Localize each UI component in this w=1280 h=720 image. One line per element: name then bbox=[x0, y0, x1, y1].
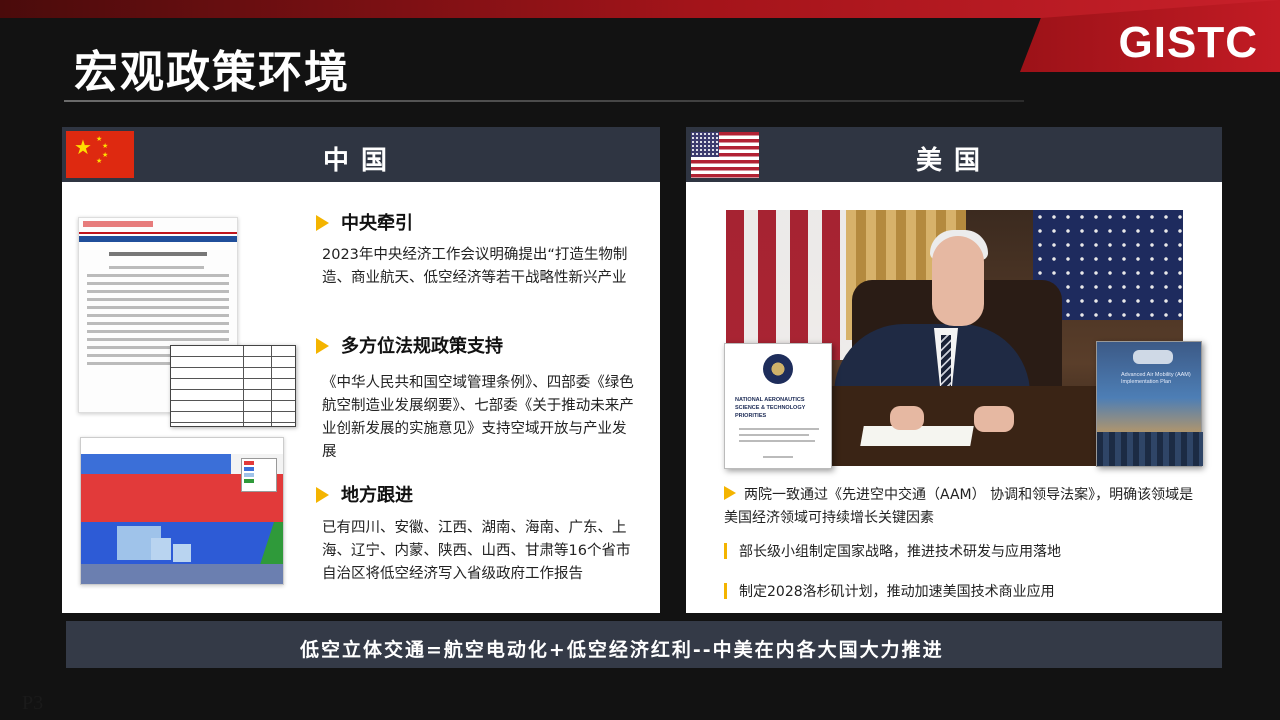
bar-bullet-icon bbox=[724, 583, 727, 599]
china-panel-header: ★ ★ ★ ★ ★ 中国 bbox=[62, 127, 660, 182]
usa-bullet-la-2028: 制定2028洛杉矶计划，推动加速美国技术商业应用 bbox=[724, 581, 1194, 604]
china-panel: ★ ★ ★ ★ ★ 中国 中央牵引 2023年中央经济工作会议明确提出“打造生物… bbox=[62, 127, 660, 613]
section-heading-central: 中央牵引 bbox=[316, 209, 413, 235]
conclusion-text: 低空立体交通=航空电动化+低空经济红利--中美在内各大国大力推进 bbox=[300, 639, 944, 661]
china-panel-title: 中国 bbox=[322, 146, 399, 176]
triangle-bullet-icon bbox=[316, 487, 329, 503]
section-body-local: 已有四川、安徽、江西、湖南、海南、广东、上海、辽宁、内蒙、陕西、山西、甘肃等16… bbox=[322, 520, 631, 582]
airspace-classification-diagram bbox=[80, 437, 284, 585]
section-body-central: 2023年中央经济工作会议明确提出“打造生物制造、商业航天、低空经济等若干战略性… bbox=[322, 247, 628, 286]
conclusion-banner: 低空立体交通=航空电动化+低空经济红利--中美在内各大国大力推进 bbox=[66, 621, 1222, 668]
regulation-table-image bbox=[170, 345, 296, 427]
usa-bullet-aam-act: 两院一致通过《先进空中交通（AAM） 协调和领导法案》，明确该领域是美国经济领域… bbox=[724, 486, 1194, 526]
usa-panel-title: 美国 bbox=[915, 146, 992, 176]
triangle-bullet-icon bbox=[316, 338, 329, 354]
drone-icon bbox=[1133, 350, 1173, 364]
nstc-report-cover-image: NATIONAL AERONAUTICS SCIENCE & TECHNOLOG… bbox=[724, 343, 832, 469]
section-heading-local: 地方跟进 bbox=[316, 481, 413, 507]
title-divider bbox=[64, 100, 1024, 102]
usa-bullet-national-strategy: 部长级小组制定国家战略，推进技术研发与应用落地 bbox=[724, 541, 1194, 564]
section-body-regulation: 《中华人民共和国空域管理条例》、四部委《绿色航空制造业发展纲要》、七部委《关于推… bbox=[322, 375, 634, 460]
bar-bullet-icon bbox=[724, 543, 727, 559]
usa-panel: 美国 NATIONAL AERONAUTICS SCIENCE & TECHNO… bbox=[686, 127, 1222, 613]
aam-plan-cover-image: Advanced Air Mobility (AAM) Implementati… bbox=[1096, 341, 1203, 467]
seal-icon bbox=[763, 354, 793, 384]
page-number: P3 bbox=[22, 692, 44, 715]
usa-panel-header: 美国 bbox=[686, 127, 1222, 182]
triangle-bullet-icon bbox=[316, 215, 329, 231]
section-heading-regulation: 多方位法规政策支持 bbox=[316, 332, 503, 358]
page-title: 宏观政策环境 bbox=[74, 47, 350, 98]
triangle-bullet-icon bbox=[724, 486, 736, 500]
gistc-logo: GISTC bbox=[1118, 18, 1258, 67]
